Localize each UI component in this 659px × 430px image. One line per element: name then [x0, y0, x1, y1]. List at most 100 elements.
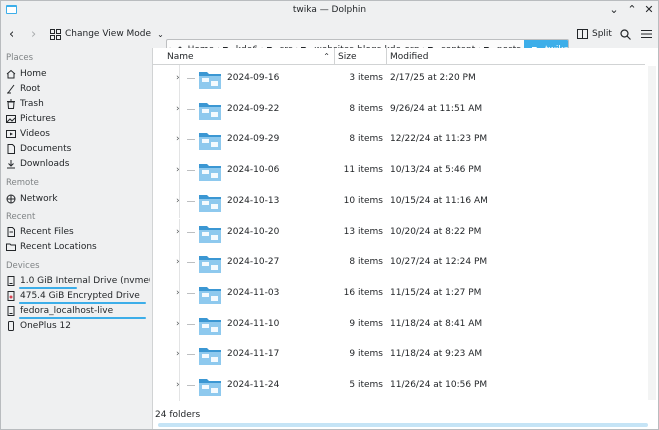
expand-arrow-icon[interactable]: › [176, 104, 180, 114]
sidebar-item-trash[interactable]: Trash [6, 97, 150, 111]
file-name: 2024-10-06 [227, 165, 280, 176]
file-view: Name ⌃ Size Modified › 2024-09-16 3 items 2… [152, 48, 658, 429]
videos-icon [6, 129, 16, 139]
expand-arrow-icon[interactable]: › [176, 134, 180, 144]
expand-arrow-icon[interactable]: › [176, 319, 180, 329]
file-modified: 11/15/24 at 1:27 PM [390, 287, 482, 298]
folder-icon [199, 256, 221, 274]
sidebar-item-pictures[interactable]: Pictures [6, 112, 150, 126]
recent-locations-icon [6, 242, 16, 252]
sidebar-item-network[interactable]: Network [6, 192, 150, 206]
tree-branch [187, 200, 195, 202]
table-row[interactable]: › 2024-09-16 3 items 2/17/25 at 2:20 PM [153, 65, 645, 96]
sidebar-item-label: Downloads [20, 159, 70, 169]
horizontal-scrollbar[interactable] [158, 423, 648, 427]
sidebar-item-label: fedora_localhost-live [20, 306, 114, 316]
sidebar-item-documents[interactable]: Documents [6, 142, 150, 156]
sidebar-item-label: Recent Locations [20, 242, 97, 252]
menu-button[interactable] [641, 25, 652, 43]
column-header-name[interactable]: Name ⌃ [153, 48, 335, 65]
table-row[interactable]: › 2024-10-20 13 items 10/20/24 at 8:22 PM [153, 218, 645, 250]
column-modified-label: Modified [390, 51, 429, 62]
expand-arrow-icon[interactable]: › [176, 227, 180, 237]
minimize-icon[interactable]: ⌄ [607, 3, 621, 16]
column-size-label: Size [338, 51, 357, 62]
file-size: 11 items [343, 165, 383, 176]
sidebar-item-label: OnePlus 12 [20, 321, 71, 331]
table-row[interactable]: › 2024-09-29 8 items 12/22/24 at 11:23 PM [153, 126, 645, 158]
file-size: 8 items [349, 103, 383, 114]
sidebar-item-videos[interactable]: Videos [6, 127, 150, 141]
recent-files-icon [6, 227, 16, 237]
folder-icon [199, 72, 221, 89]
file-modified: 12/22/24 at 11:23 PM [390, 134, 488, 145]
change-view-mode-label: Change View Mode [65, 29, 152, 39]
table-row[interactable]: › 2024-11-24 5 items 11/26/24 at 10:56 PM [153, 372, 645, 401]
table-row[interactable]: › 2024-10-06 11 items 10/13/24 at 5:46 PM [153, 157, 645, 188]
sidebar-item-label: 475.4 GiB Encrypted Drive [20, 291, 140, 301]
vertical-scrollbar[interactable] [648, 66, 656, 400]
back-button[interactable]: ‹ [9, 25, 14, 43]
column-header: Name ⌃ Size Modified [153, 48, 645, 65]
table-row[interactable]: › 2024-10-13 10 items 10/15/24 at 11:16 AM [153, 187, 645, 219]
tree-branch [187, 354, 195, 356]
sidebar-item-home[interactable]: Home [6, 67, 150, 81]
file-modified: 10/27/24 at 12:24 PM [390, 257, 488, 268]
sidebar-item-downloads[interactable]: Downloads [6, 157, 150, 171]
split-button[interactable]: Split [577, 25, 612, 43]
search-icon [620, 28, 631, 40]
expand-arrow-icon[interactable]: › [176, 196, 180, 206]
folder-icon [199, 379, 221, 396]
table-row[interactable]: › 2024-10-27 8 items 10/27/24 at 12:24 PM [153, 249, 645, 280]
expand-arrow-icon[interactable]: › [176, 165, 180, 175]
tree-branch [187, 139, 195, 141]
table-row[interactable]: › 2024-11-03 16 items 11/15/24 at 1:27 PM [153, 279, 645, 311]
sidebar-item-label: Network [20, 194, 58, 204]
sidebar-item-1-0-gib-internal-drive-nvme0[interactable]: 1.0 GiB Internal Drive (nvme0... [6, 274, 150, 288]
file-name: 2024-11-24 [227, 380, 280, 390]
sidebar-item-oneplus-12[interactable]: OnePlus 12 [6, 319, 150, 333]
file-modified: 11/26/24 at 10:56 PM [390, 380, 488, 390]
sidebar-item-475-4-gib-encrypted-drive[interactable]: 475.4 GiB Encrypted Drive [6, 289, 150, 303]
back-icon: ‹ [9, 26, 15, 42]
sidebar-item-label: Home [20, 69, 47, 79]
file-name: 2024-09-29 [227, 134, 280, 145]
search-button[interactable] [620, 25, 631, 43]
column-name-label: Name [167, 51, 194, 62]
file-size: 8 items [349, 134, 383, 145]
file-size: 9 items [349, 318, 383, 329]
hamburger-menu-icon [641, 30, 652, 38]
folder-icon [199, 194, 221, 212]
expand-arrow-icon[interactable]: › [176, 349, 180, 359]
sidebar-item-recent-files[interactable]: Recent Files [6, 225, 150, 239]
table-row[interactable]: › 2024-11-17 9 items 11/18/24 at 9:23 AM [153, 341, 645, 372]
sidebar-item-root[interactable]: Root [6, 82, 150, 96]
title-bar: twika — Dolphin ⌄ ⌃ ✕ [1, 1, 658, 19]
recent-heading: Recent [6, 212, 36, 222]
change-view-mode-button[interactable]: Change View Mode ⌄ [50, 25, 164, 43]
expand-arrow-icon[interactable]: › [176, 380, 180, 390]
table-row[interactable]: › 2024-11-10 9 items 11/18/24 at 8:41 AM [153, 310, 645, 342]
tree-branch [187, 262, 195, 264]
tree-branch [187, 323, 195, 325]
column-header-modified[interactable]: Modified [387, 48, 645, 65]
sidebar-item-recent-locations[interactable]: Recent Locations [6, 240, 150, 254]
expand-arrow-icon[interactable]: › [176, 257, 180, 267]
close-icon[interactable]: ✕ [642, 3, 656, 16]
file-size: 16 items [343, 287, 383, 298]
expand-arrow-icon[interactable]: › [176, 73, 180, 83]
window-title: twika — Dolphin [292, 5, 367, 15]
sidebar-item-label: Trash [20, 99, 44, 109]
file-modified: 10/13/24 at 5:46 PM [390, 165, 482, 176]
tree-branch [187, 231, 195, 233]
maximize-icon[interactable]: ⌃ [625, 3, 639, 16]
folder-icon [199, 102, 221, 120]
drive-icon [6, 306, 16, 316]
table-row[interactable]: › 2024-09-22 8 items 9/26/24 at 11:51 AM [153, 95, 645, 127]
view-mode-icon [50, 28, 61, 40]
sidebar-item-fedora-localhost-live[interactable]: fedora_localhost-live [6, 304, 150, 318]
column-header-size[interactable]: Size [335, 48, 387, 65]
expand-arrow-icon[interactable]: › [176, 288, 180, 298]
forward-button[interactable]: › [31, 25, 36, 43]
tree-branch [187, 385, 195, 386]
